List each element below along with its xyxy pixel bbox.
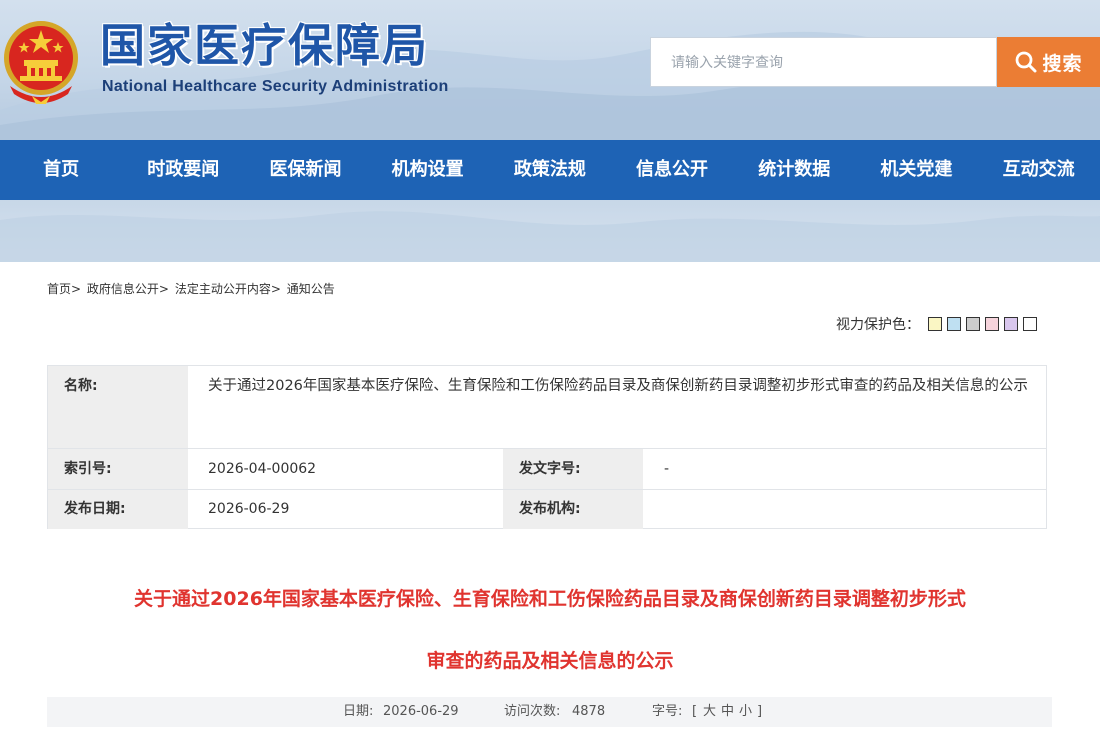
nav-item-party[interactable]: 机关党建 (855, 140, 977, 200)
font-size-medium-button[interactable]: 中 (721, 697, 734, 727)
article-title: 关于通过2026年国家基本医疗保险、生育保险和工伤保险药品目录及商保创新药目录调… (47, 568, 1053, 692)
article-title-line2: 审查的药品及相关信息的公示 (426, 650, 674, 672)
info-index-value: 2026-04-00062 (208, 461, 317, 477)
info-date-value: 2026-06-29 (208, 501, 290, 517)
info-index-label: 索引号: (48, 449, 188, 489)
meta-date-label: 日期: (343, 704, 374, 719)
nav-item-politics[interactable]: 时政要闻 (122, 140, 244, 200)
font-size-small-button[interactable]: 小 (739, 697, 752, 727)
info-doc-no-value: - (664, 461, 670, 477)
meta-bracket-close: ] (757, 704, 763, 719)
document-info-table: 名称: 关于通过2026年国家基本医疗保险、生育保险和工伤保险药品目录及商保创新… (47, 365, 1047, 529)
mountain-background-lower (0, 211, 1100, 262)
eye-care-color-picker: 视力保护色： (836, 314, 1042, 334)
breadcrumb-gov-info[interactable]: 政府信息公开 (87, 282, 159, 296)
article-meta-bar: 日期: 2026-06-29 访问次数: 4878 字号: [ 大 中 小 ] (47, 697, 1052, 727)
breadcrumb-notices[interactable]: 通知公告 (287, 282, 335, 296)
meta-visits-label: 访问次数: (504, 704, 561, 719)
content-panel: 首页> 政府信息公开> 法定主动公开内容> 通知公告 视力保护色： 名称: 关于… (0, 262, 1100, 752)
info-org-label: 发布机构: (503, 490, 643, 529)
info-name-value-text: 关于通过2026年国家基本医疗保险、生育保险和工伤保险药品目录及商保创新药目录调… (208, 378, 1028, 394)
search-icon (1016, 51, 1037, 73)
site-logo-title[interactable]: 国家医疗保障局 (100, 20, 429, 72)
info-date-label: 发布日期: (48, 490, 188, 529)
meta-visits-value: 4878 (572, 704, 606, 719)
main-nav: 首页 时政要闻 医保新闻 机构设置 政策法规 信息公开 统计数据 机关党建 互动… (0, 140, 1100, 200)
breadcrumb-separator: > (270, 282, 281, 296)
info-doc-no-label: 发文字号: (503, 449, 643, 489)
breadcrumb-separator: > (158, 282, 169, 296)
meta-bracket-open: [ (692, 704, 698, 719)
nav-item-news[interactable]: 医保新闻 (244, 140, 366, 200)
site-logo-subtitle: National Healthcare Security Administrat… (102, 78, 449, 95)
eye-care-swatch-white[interactable] (1023, 317, 1037, 331)
nav-item-policy[interactable]: 政策法规 (489, 140, 611, 200)
search-button-label: 搜索 (1042, 52, 1083, 75)
search-button[interactable]: 搜索 (997, 37, 1100, 87)
info-name-label: 名称: (48, 366, 188, 448)
info-org-value (664, 490, 1044, 529)
header-banner: 国家医疗保障局 National Healthcare Security Adm… (0, 0, 1100, 140)
national-emblem-icon (4, 21, 78, 104)
article-title-line1: 关于通过2026年国家基本医疗保险、生育保险和工伤保险药品目录及商保创新药目录调… (134, 588, 966, 610)
eye-care-swatch-purple[interactable] (1004, 317, 1018, 331)
info-name-value: 关于通过2026年国家基本医疗保险、生育保险和工伤保险药品目录及商保创新药目录调… (188, 366, 1046, 448)
search-input[interactable] (650, 37, 997, 87)
breadcrumb-statutory[interactable]: 法定主动公开内容 (175, 282, 271, 296)
nav-item-disclosure[interactable]: 信息公开 (611, 140, 733, 200)
eye-care-label: 视力保护色： (836, 317, 920, 333)
font-size-large-button[interactable]: 大 (703, 697, 716, 727)
eye-care-swatch-gray[interactable] (966, 317, 980, 331)
sub-banner (0, 200, 1100, 262)
nav-item-interaction[interactable]: 互动交流 (978, 140, 1100, 200)
nav-item-home[interactable]: 首页 (0, 140, 122, 200)
breadcrumb-separator: > (71, 282, 82, 296)
breadcrumb-home[interactable]: 首页 (47, 282, 71, 296)
eye-care-swatch-yellow[interactable] (928, 317, 942, 331)
meta-date-value: 2026-06-29 (383, 704, 459, 719)
eye-care-swatch-pink[interactable] (985, 317, 999, 331)
nav-item-organization[interactable]: 机构设置 (367, 140, 489, 200)
breadcrumb: 首页> 政府信息公开> 法定主动公开内容> 通知公告 (47, 280, 335, 297)
nav-item-statistics[interactable]: 统计数据 (733, 140, 855, 200)
eye-care-swatch-blue[interactable] (947, 317, 961, 331)
meta-font-size-label: 字号: (652, 704, 683, 719)
